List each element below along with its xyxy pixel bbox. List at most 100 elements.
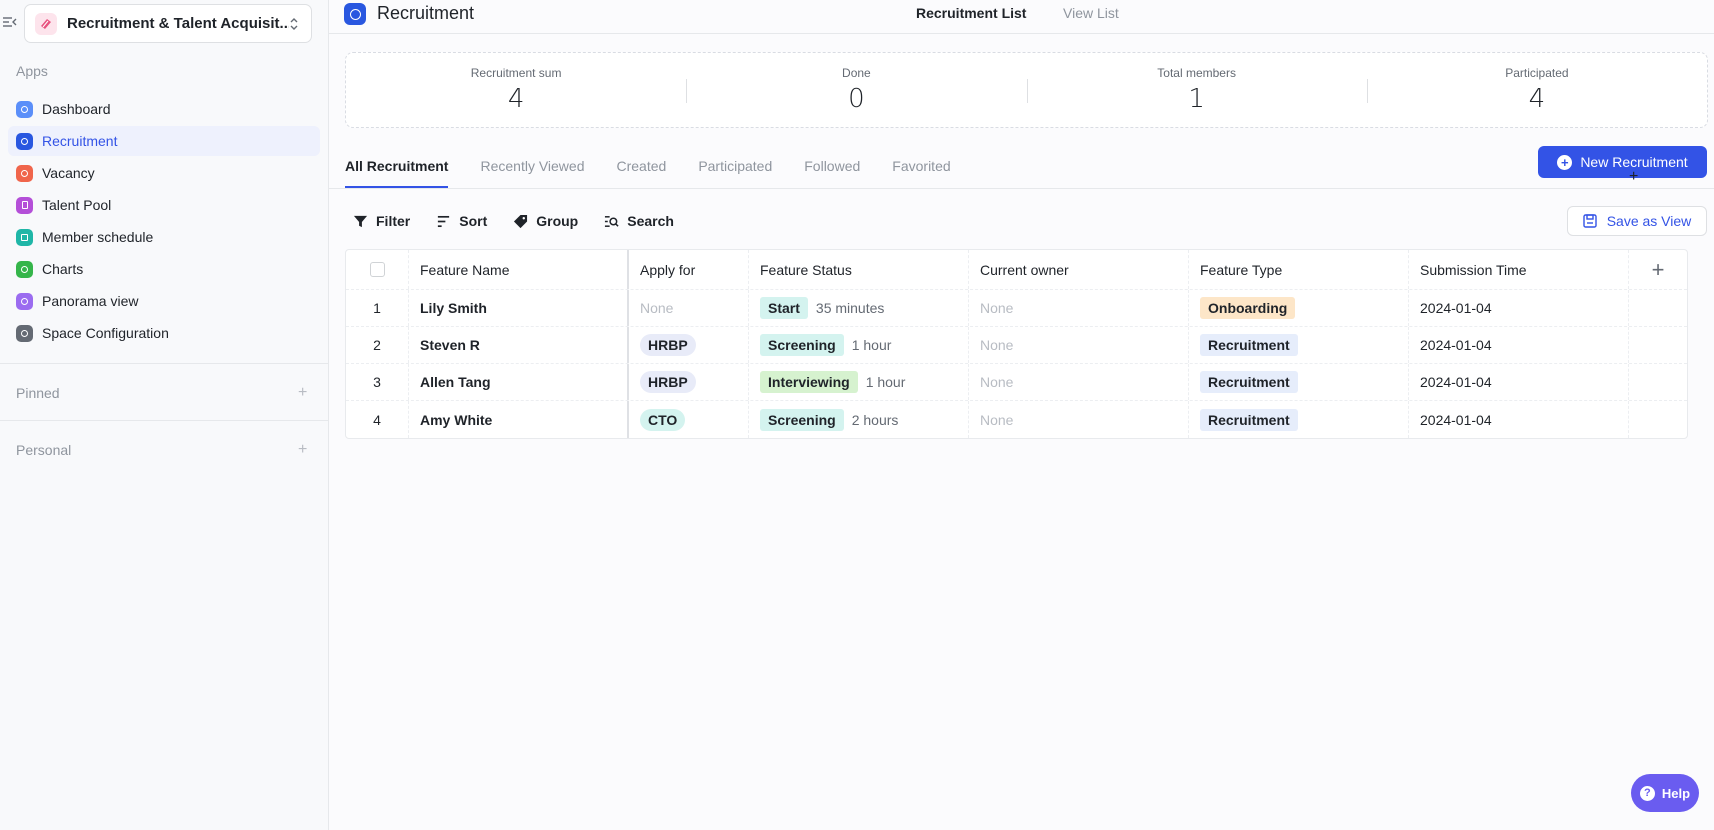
space-switcher[interactable]: Recruitment & Talent Acquisit... (24, 4, 312, 43)
help-label: Help (1661, 785, 1691, 801)
recruitment-icon (16, 132, 33, 150)
crosshair-cursor-icon: + (1629, 168, 1639, 185)
sidebar-divider (0, 420, 329, 421)
tab-followed[interactable]: Followed (804, 146, 860, 188)
stat-label: Recruitment sum (470, 66, 562, 80)
new-recruitment-button[interactable]: + New Recruitment (1538, 146, 1707, 178)
row-number: 3 (373, 374, 381, 390)
submission-time: 2024-01-04 (1420, 337, 1492, 353)
tab-created[interactable]: Created (617, 146, 667, 188)
plus-circle-icon: + (1557, 154, 1573, 170)
row-number: 1 (373, 300, 381, 316)
column-header[interactable]: Apply for (629, 250, 749, 289)
app-nav: Dashboard Recruitment Vacancy Talent Poo… (8, 94, 320, 350)
feature-name[interactable]: Steven R (420, 337, 480, 353)
select-all-cell (346, 250, 409, 289)
collapse-sidebar-icon[interactable] (2, 14, 18, 30)
sidebar-item-space-configuration[interactable]: Space Configuration (8, 318, 320, 348)
sidebar-item-member-schedule[interactable]: Member schedule (8, 222, 320, 252)
stat-value: 0 (848, 84, 865, 114)
pinned-section-title: Pinned (16, 385, 60, 401)
add-pinned-icon[interactable]: + (298, 385, 307, 401)
table-row[interactable]: 1 Lily Smith None Start 35 minutes None O… (346, 290, 1687, 327)
status-badge: Screening (760, 408, 844, 431)
stat-total-members: Total members 1 (1026, 53, 1367, 127)
feature-name[interactable]: Amy White (420, 412, 492, 428)
type-badge: Recruitment (1200, 371, 1298, 393)
sidebar-item-charts[interactable]: Charts (8, 254, 320, 284)
tab-recruitment-list[interactable]: Recruitment List (916, 5, 1026, 21)
tab-view-list[interactable]: View List (1063, 5, 1119, 21)
help-button[interactable]: ? Help (1631, 774, 1699, 812)
stat-label: Participated (1505, 66, 1569, 80)
group-button[interactable]: Group (513, 213, 578, 229)
tab-participated[interactable]: Participated (698, 146, 772, 188)
sort-button[interactable]: Sort (436, 213, 487, 229)
search-button[interactable]: Search (604, 213, 674, 229)
vacancy-icon (16, 164, 33, 182)
status-duration: 2 hours (851, 411, 899, 428)
plus-icon: + (1651, 256, 1665, 282)
question-icon: ? (1639, 785, 1655, 801)
search-label: Search (627, 213, 674, 229)
type-badge: Recruitment (1200, 408, 1298, 431)
sidebar-item-panorama-view[interactable]: Panorama view (8, 286, 320, 316)
table-row[interactable]: 4 Amy White CTO Screening 2 hours None Re… (346, 401, 1687, 438)
tab-favorited[interactable]: Favorited (892, 146, 950, 188)
owner-empty: None (980, 300, 1014, 316)
tabs-divider (329, 188, 1714, 189)
column-header[interactable]: Feature Status (749, 250, 969, 289)
stat-participated: Participated 4 (1366, 53, 1707, 127)
apply-for-badge: HRBP (640, 334, 696, 356)
submission-time: 2024-01-04 (1420, 374, 1492, 390)
select-all-checkbox[interactable] (369, 262, 385, 277)
space-name: Recruitment & Talent Acquisit... (67, 15, 289, 32)
table-row[interactable]: 3 Allen Tang HRBP Interviewing 1 hour Non… (346, 364, 1687, 401)
sidebar-item-talent-pool[interactable]: Talent Pool (8, 190, 320, 220)
sidebar-item-label: Space Configuration (42, 325, 169, 341)
top-bar: Recruitment Recruitment List View List (329, 0, 1714, 34)
tab-recently-viewed[interactable]: Recently Viewed (480, 146, 584, 188)
stat-done: Done 0 (686, 53, 1026, 127)
sidebar-item-vacancy[interactable]: Vacancy (8, 158, 320, 188)
tab-all-recruitment[interactable]: All Recruitment (345, 146, 449, 188)
stat-label: Done (842, 66, 871, 80)
sidebar-divider (0, 363, 329, 364)
feature-name[interactable]: Lily Smith (420, 300, 487, 316)
filter-icon (353, 215, 368, 227)
page-title: Recruitment (377, 3, 475, 23)
sidebar-item-label: Member schedule (42, 229, 154, 245)
gear-icon (16, 324, 33, 342)
table-row[interactable]: 2 Steven R HRBP Screening 1 hour None Rec… (346, 327, 1687, 364)
table-toolbar: Filter Sort Group Search (353, 210, 700, 232)
save-as-view-button[interactable]: Save as View (1567, 206, 1707, 236)
stat-value: 4 (1528, 84, 1546, 114)
filter-label: Filter (376, 213, 411, 229)
feature-name[interactable]: Allen Tang (420, 374, 491, 390)
column-header[interactable]: Feature Type (1189, 250, 1409, 289)
submission-time: 2024-01-04 (1420, 300, 1492, 316)
column-header[interactable]: Submission Time (1409, 250, 1629, 289)
type-badge: Onboarding (1200, 297, 1296, 319)
recruitment-app-icon (344, 3, 366, 25)
row-number: 4 (373, 411, 381, 428)
apply-for-badge: CTO (640, 408, 686, 431)
stat-recruitment-sum: Recruitment sum 4 (346, 53, 686, 127)
pie-chart-icon (16, 260, 33, 278)
sidebar-item-dashboard[interactable]: Dashboard (8, 94, 320, 124)
column-header[interactable]: Current owner (969, 250, 1189, 289)
add-column-button[interactable]: + (1629, 250, 1687, 289)
row-number: 2 (373, 337, 381, 353)
tag-icon (514, 214, 528, 228)
save-icon (1583, 214, 1597, 228)
filter-button[interactable]: Filter (353, 213, 410, 229)
sort-icon (438, 215, 450, 227)
table-header-row: Feature Name Apply for Feature Status Cu… (346, 250, 1687, 290)
status-badge: Interviewing (760, 371, 858, 393)
status-duration: 1 hour (851, 337, 892, 353)
sidebar-item-label: Vacancy (42, 165, 95, 181)
add-personal-icon[interactable]: + (298, 442, 307, 458)
column-header[interactable]: Feature Name (409, 250, 629, 289)
bookmark-icon (16, 196, 33, 214)
sidebar-item-recruitment[interactable]: Recruitment (8, 126, 320, 156)
